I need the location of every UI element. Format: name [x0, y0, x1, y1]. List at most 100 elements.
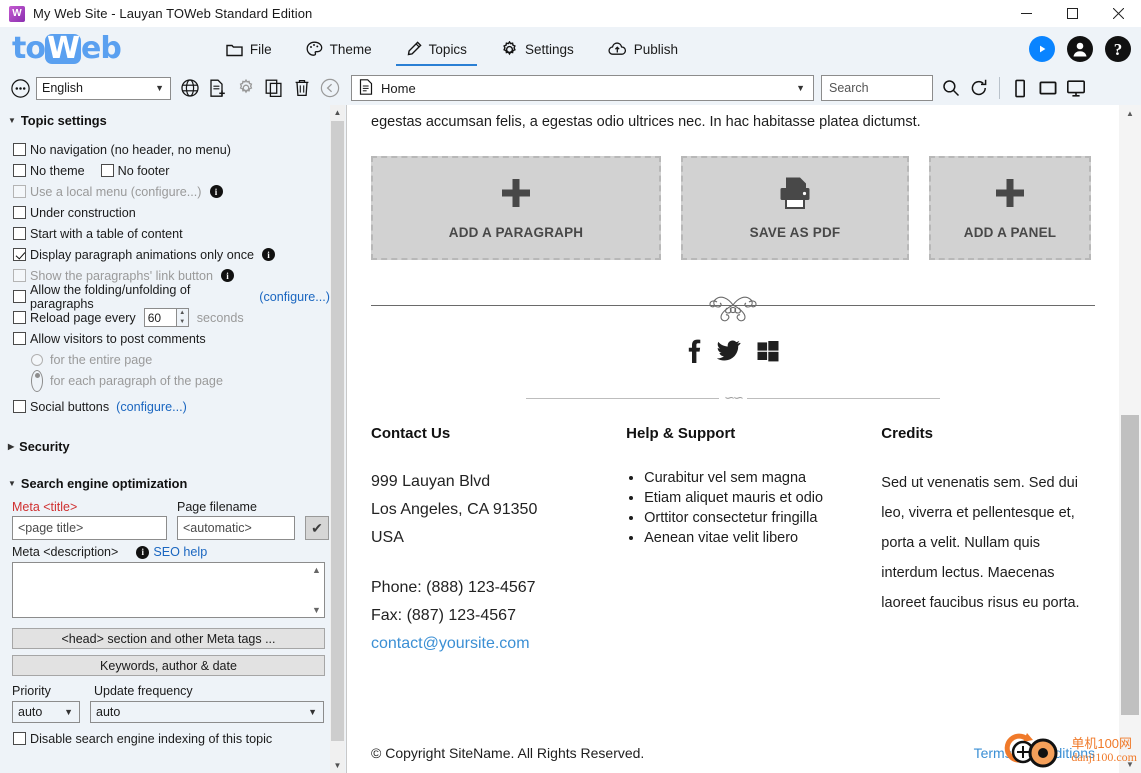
priority-select[interactable]: auto ▼ — [12, 701, 80, 723]
add-a-paragraph-box[interactable]: ADD A PARAGRAPH — [371, 156, 661, 260]
back-icon[interactable] — [316, 74, 344, 102]
head-section-button[interactable]: <head> section and other Meta tags ... — [12, 628, 325, 649]
phone-preview-icon[interactable] — [1006, 74, 1034, 102]
tab-theme[interactable]: Theme — [289, 27, 389, 71]
desktop-preview-icon[interactable] — [1062, 74, 1090, 102]
option-disable-indexing[interactable]: Disable search engine indexing of this t… — [0, 728, 330, 749]
radio-entire-page[interactable]: for the entire page — [0, 349, 330, 370]
info-icon[interactable]: i — [221, 269, 235, 282]
contact-email-link[interactable]: contact@yoursite.com — [371, 635, 530, 652]
checkbox[interactable] — [13, 164, 26, 177]
play-icon[interactable] — [1029, 36, 1055, 62]
checkbox[interactable] — [13, 400, 26, 413]
info-icon[interactable]: i — [209, 185, 223, 198]
radio-each-paragraph[interactable]: for each paragraph of the page — [0, 369, 330, 392]
option-animations-once[interactable]: Display paragraph animations only once i — [0, 244, 330, 265]
scroll-up-icon[interactable]: ▲ — [330, 105, 345, 120]
checkbox[interactable] — [13, 143, 26, 156]
settings-gear-icon[interactable] — [232, 74, 260, 102]
scroll-up-icon[interactable]: ▲ — [312, 565, 321, 575]
more-options-icon[interactable] — [6, 74, 34, 102]
textarea-scrollbar[interactable]: ▲ ▼ — [309, 563, 324, 617]
checkbox[interactable] — [13, 332, 26, 345]
option-no-theme-footer[interactable]: No theme No footer — [0, 160, 330, 181]
option-reload-page[interactable]: Reload page every ▲ ▼ seconds — [0, 307, 330, 328]
folding-configure-link[interactable]: (configure...) — [259, 290, 330, 304]
page-filename-input[interactable] — [177, 516, 295, 540]
scrollbar-thumb[interactable] — [1121, 415, 1139, 715]
radio-button[interactable] — [31, 353, 43, 366]
tab-publish[interactable]: Publish — [591, 27, 695, 71]
search-input[interactable] — [827, 80, 927, 96]
checkbox[interactable] — [13, 227, 26, 240]
checkbox[interactable] — [13, 185, 26, 198]
reload-interval-stepper[interactable]: ▲ ▼ — [143, 308, 189, 327]
check-icon[interactable]: ✔ — [305, 516, 329, 540]
meta-title-input[interactable] — [12, 516, 167, 540]
seo-help-link[interactable]: SEO help — [153, 545, 207, 559]
minimize-button[interactable] — [1003, 0, 1049, 27]
option-no-navigation[interactable]: No navigation (no header, no menu) — [0, 139, 330, 160]
language-selector[interactable]: English ▼ — [36, 76, 171, 100]
add-a-panel-box[interactable]: ADD A PANEL — [929, 156, 1091, 260]
trash-icon[interactable] — [288, 74, 316, 102]
new-page-icon[interactable] — [204, 74, 232, 102]
scroll-up-icon[interactable]: ▲ — [1119, 105, 1141, 122]
help-icon[interactable]: ? — [1105, 36, 1131, 62]
keywords-button[interactable]: Keywords, author & date — [12, 655, 325, 676]
stepper-down-icon[interactable]: ▼ — [177, 318, 188, 327]
option-table-of-content[interactable]: Start with a table of content — [0, 223, 330, 244]
tab-file[interactable]: File — [209, 27, 289, 71]
meta-description-textarea[interactable]: ▲ ▼ — [12, 562, 325, 618]
terms-link[interactable]: Terms & Conditions — [974, 745, 1095, 761]
gear-icon — [501, 40, 518, 58]
radio-button[interactable] — [31, 369, 43, 392]
info-icon[interactable]: i — [136, 545, 150, 559]
checkbox[interactable] — [13, 269, 26, 282]
scroll-down-icon[interactable]: ▼ — [312, 605, 321, 615]
reload-interval-input[interactable] — [143, 308, 176, 327]
stepper-up-icon[interactable]: ▲ — [177, 309, 188, 318]
option-under-construction[interactable]: Under construction — [0, 202, 330, 223]
close-button[interactable] — [1095, 0, 1141, 27]
option-social-buttons[interactable]: Social buttons (configure...) — [0, 396, 330, 417]
checkbox[interactable] — [13, 248, 26, 261]
account-icon[interactable] — [1067, 36, 1093, 62]
section-security[interactable]: ▶ Security — [0, 439, 330, 454]
maximize-button[interactable] — [1049, 0, 1095, 27]
search-icon[interactable] — [937, 74, 965, 102]
settings-panel-scrollbar[interactable]: ▲ ▼ — [330, 105, 345, 773]
option-allow-comments[interactable]: Allow visitors to post comments — [0, 328, 330, 349]
update-frequency-select[interactable]: auto ▼ — [90, 701, 324, 723]
scrollbar-thumb[interactable] — [331, 121, 344, 741]
checkbox[interactable] — [13, 290, 26, 303]
info-icon[interactable]: i — [262, 248, 276, 261]
preview-scrollbar[interactable]: ▲ ▼ — [1119, 105, 1141, 773]
topic-selector[interactable]: Home ▼ — [351, 75, 814, 101]
checkbox[interactable] — [13, 311, 26, 324]
option-local-menu[interactable]: Use a local menu (configure...) i — [0, 181, 330, 202]
checkbox[interactable] — [100, 164, 114, 177]
option-label: Show the paragraphs' link button — [30, 268, 214, 283]
tab-settings[interactable]: Settings — [484, 27, 591, 71]
twitter-icon[interactable] — [716, 340, 741, 367]
stepper-buttons[interactable]: ▲ ▼ — [175, 308, 189, 327]
save-as-pdf-box[interactable]: SAVE AS PDF — [681, 156, 909, 260]
scroll-down-icon[interactable]: ▼ — [1119, 756, 1141, 773]
facebook-icon[interactable] — [687, 338, 701, 369]
social-configure-link[interactable]: (configure...) — [116, 400, 187, 414]
toweb-logo: to Web — [12, 34, 122, 64]
scroll-down-icon[interactable]: ▼ — [330, 758, 345, 773]
search-box[interactable] — [821, 75, 933, 101]
checkbox[interactable] — [13, 732, 26, 745]
refresh-icon[interactable] — [965, 74, 993, 102]
copy-icon[interactable] — [260, 74, 288, 102]
section-seo[interactable]: ▼ Search engine optimization — [0, 476, 330, 491]
windows-icon[interactable] — [757, 340, 779, 367]
checkbox[interactable] — [13, 206, 26, 219]
globe-icon[interactable] — [176, 74, 204, 102]
tab-topics[interactable]: Topics — [389, 27, 484, 71]
tablet-preview-icon[interactable] — [1034, 74, 1062, 102]
option-folding[interactable]: Allow the folding/unfolding of paragraph… — [0, 283, 330, 311]
section-topic-settings[interactable]: ▼ Topic settings — [0, 113, 330, 128]
